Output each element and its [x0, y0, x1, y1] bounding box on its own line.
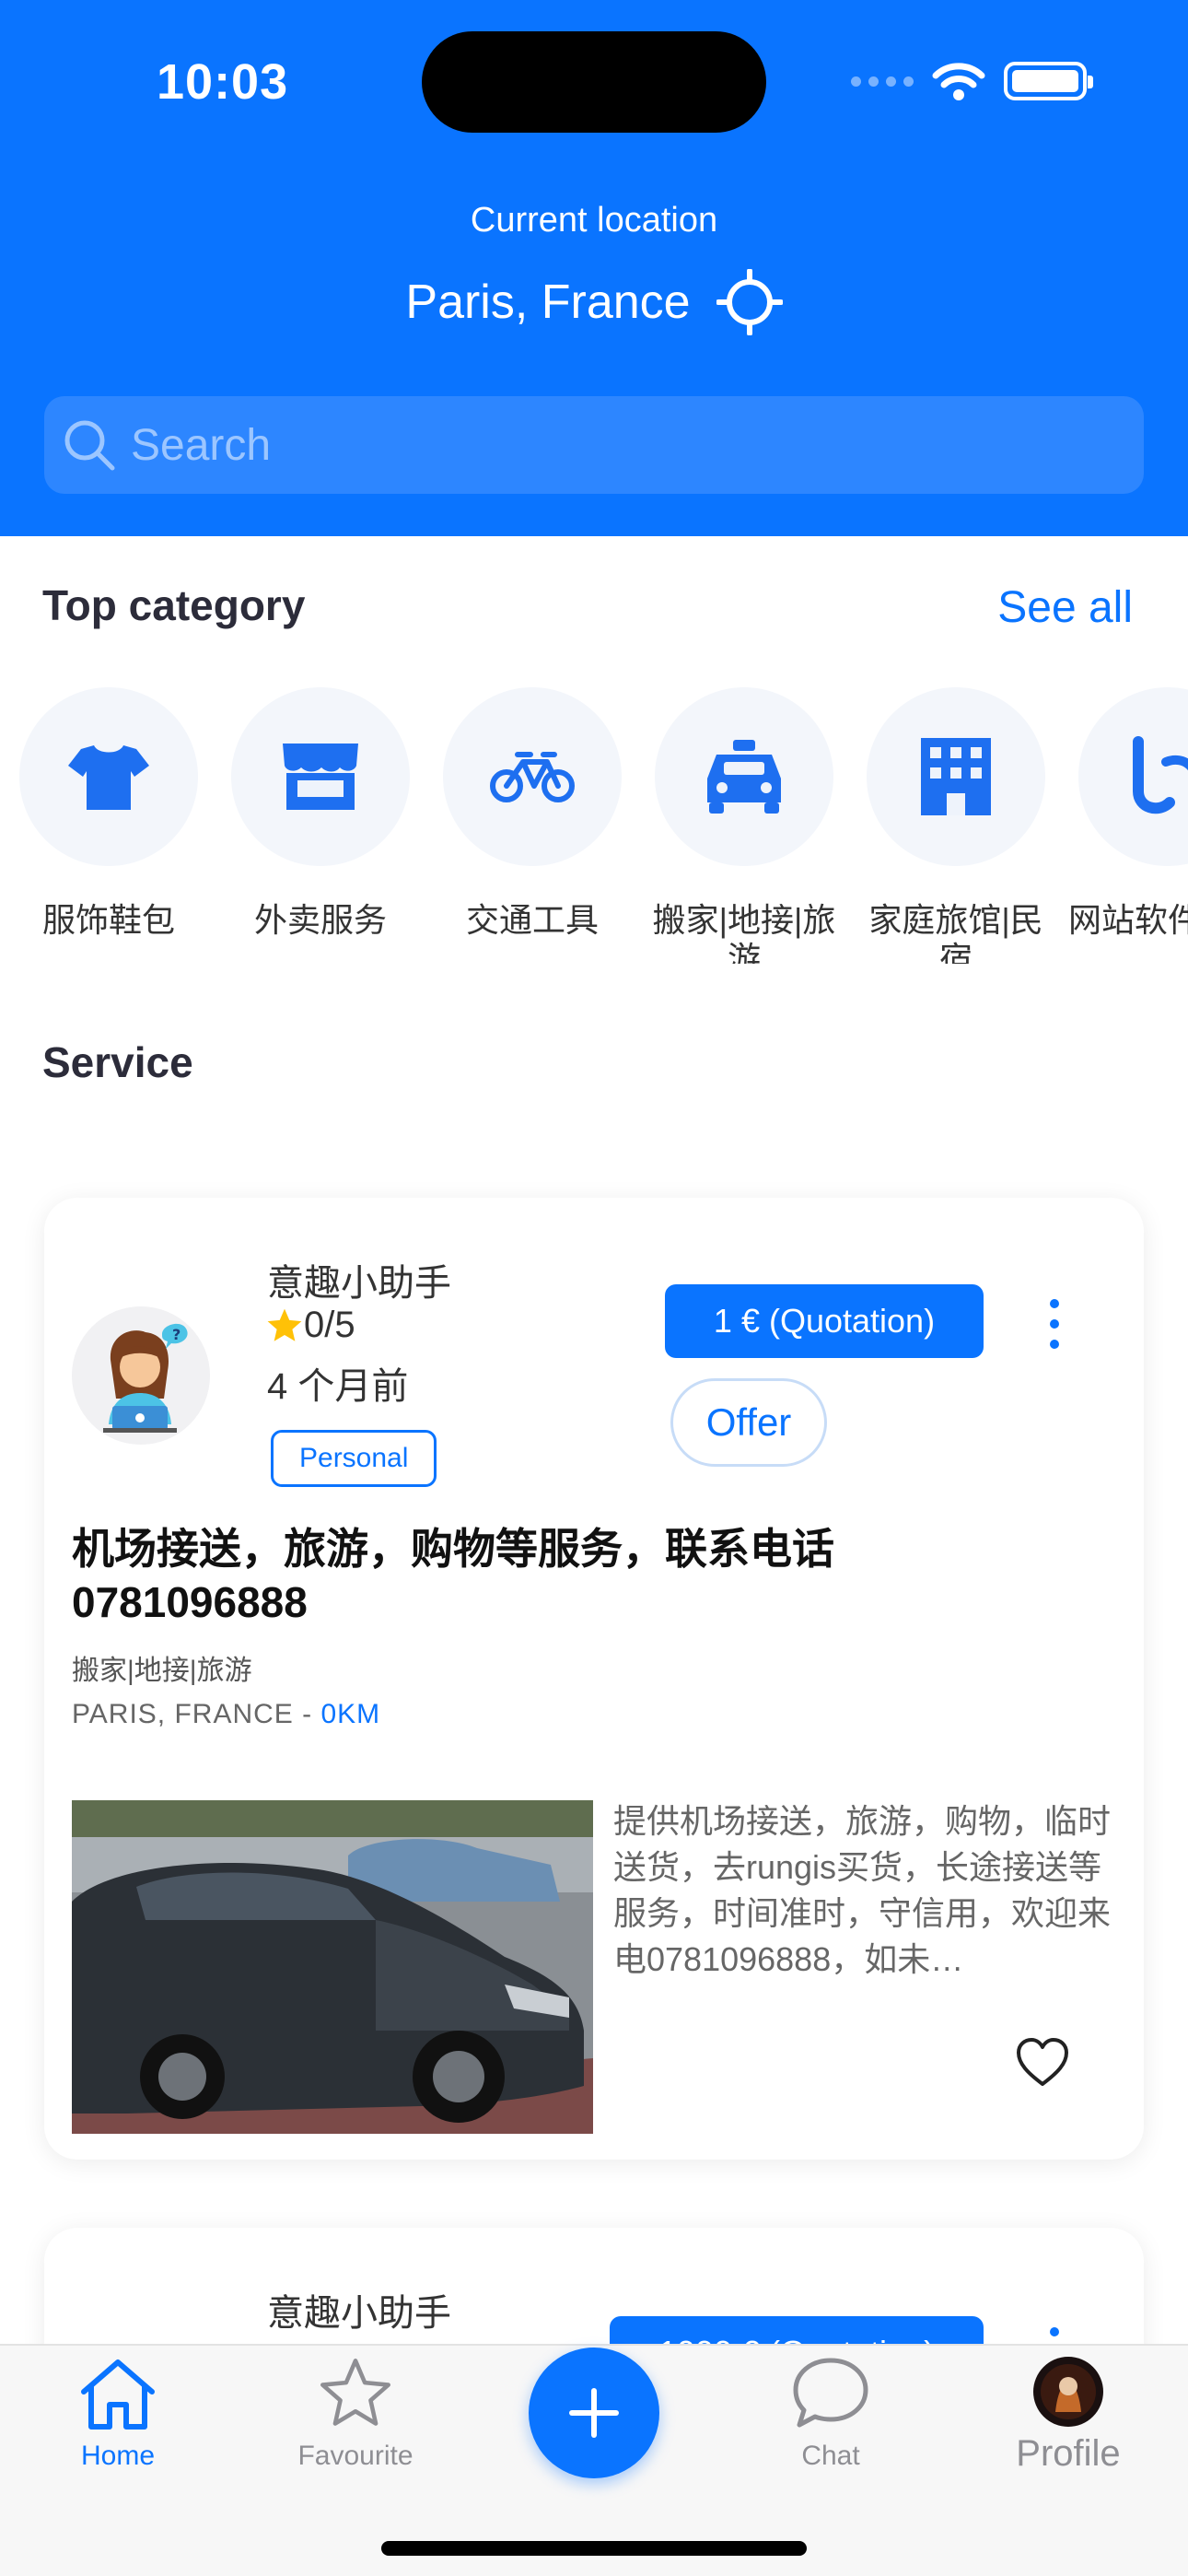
category-item[interactable]: 外卖服务: [219, 687, 422, 940]
service-description: 提供机场接送，旅游，购物，临时送货，去rungis买货，长途接送等服务，时间准时…: [613, 1802, 1111, 1978]
tab-profile[interactable]: Profile: [967, 2355, 1170, 2475]
status-time: 10:03: [157, 54, 289, 110]
service-title: Service: [42, 1038, 193, 1086]
category-label: 家庭旅馆|民宿: [868, 901, 1043, 964]
star-icon: [320, 2359, 390, 2426]
plus-icon: [569, 2388, 619, 2438]
crosshair-icon[interactable]: [716, 269, 783, 335]
taxi-icon: [707, 740, 781, 814]
more-options-icon[interactable]: [1041, 1299, 1068, 1349]
category-label: 网站软件设计: [1067, 901, 1188, 939]
home-icon: [81, 2359, 155, 2430]
chat-icon: [793, 2358, 868, 2428]
service-location: PARIS, FRANCE - 0KM: [72, 1699, 380, 1730]
service-photo[interactable]: [72, 1800, 593, 2134]
avatar[interactable]: ?: [72, 1306, 210, 1445]
seller-type-badge: Personal: [271, 1430, 437, 1487]
service-card[interactable]: ? 意趣小助手 0/5 4 个月前 Personal 1 € (Quotatio…: [44, 1198, 1144, 2160]
category-label: 交通工具: [465, 901, 599, 939]
category-label: 服饰鞋包: [41, 901, 175, 939]
home-indicator: [381, 2541, 807, 2556]
dynamic-island: [422, 31, 766, 133]
seller-name[interactable]: 意趣小助手: [267, 2283, 451, 2336]
profile-avatar: [1033, 2357, 1103, 2427]
location-text: PARIS, FRANCE -: [72, 1699, 321, 1729]
cellular-signal-icon: [851, 76, 914, 87]
tab-label: Favourite: [297, 2441, 413, 2471]
category-label: 搬家|地接|旅游: [652, 901, 836, 964]
header: 10:03 Current location Paris, France Sea…: [0, 0, 1188, 536]
category-carousel[interactable]: 服饰鞋包 外卖服务 交通工具 搬家|地接|旅游 家庭旅馆|民宿 网站软件: [0, 687, 1188, 964]
service-category: 搬家|地接|旅游: [72, 1656, 252, 1686]
search-icon: [64, 420, 115, 471]
favorite-heart-icon[interactable]: [1015, 2036, 1070, 2092]
star-rating-icon: [267, 1308, 302, 1341]
category-item[interactable]: 网站软件设计: [1066, 687, 1188, 940]
search-placeholder: Search: [131, 420, 272, 470]
bicycle-icon: [490, 752, 575, 802]
car-photo: [72, 1800, 593, 2134]
category-label: 外卖服务: [253, 901, 387, 939]
location-row[interactable]: Paris, France: [0, 269, 1188, 335]
hotel-icon: [921, 738, 991, 815]
location-caption: Current location: [470, 201, 718, 240]
add-post-button[interactable]: [529, 2348, 659, 2478]
service-title-text: 机场接送，旅游，购物等服务，联系电话0781096888: [72, 1525, 834, 1626]
post-age: 4 个月前: [267, 1366, 409, 1407]
location-city[interactable]: Paris, France: [405, 275, 690, 330]
svg-text:?: ?: [172, 1326, 181, 1343]
category-item[interactable]: 服饰鞋包: [7, 687, 210, 940]
top-category-title: Top category: [42, 581, 306, 629]
app-icon: [1133, 736, 1188, 814]
tshirt-icon: [68, 745, 149, 810]
tab-chat[interactable]: Chat: [729, 2355, 932, 2472]
status-icons: [851, 55, 1093, 107]
category-item[interactable]: 搬家|地接|旅游: [643, 687, 845, 964]
see-all-link[interactable]: See all: [997, 582, 1133, 633]
rating-value: 0/5: [304, 1305, 355, 1345]
price-button[interactable]: 1 € (Quotation): [665, 1284, 984, 1358]
category-item[interactable]: 交通工具: [431, 687, 634, 940]
seller-rating: 0/5: [265, 1305, 355, 1346]
seller-avatar-image: ?: [72, 1306, 210, 1445]
search-input[interactable]: Search: [44, 396, 1144, 494]
tab-label: Profile: [1016, 2433, 1121, 2474]
tab-label: Home: [80, 2441, 156, 2471]
category-item[interactable]: 家庭旅馆|民宿: [855, 687, 1057, 964]
tab-label: Chat: [801, 2441, 860, 2471]
distance-text: 0KM: [320, 1699, 381, 1729]
tab-favourite[interactable]: Favourite: [254, 2355, 457, 2472]
battery-icon: [1004, 62, 1093, 100]
tab-home[interactable]: Home: [17, 2355, 219, 2472]
offer-button[interactable]: Offer: [670, 1378, 827, 1467]
wifi-icon: [932, 63, 985, 100]
seller-name[interactable]: 意趣小助手: [267, 1253, 451, 1306]
storefront-icon: [283, 744, 358, 810]
